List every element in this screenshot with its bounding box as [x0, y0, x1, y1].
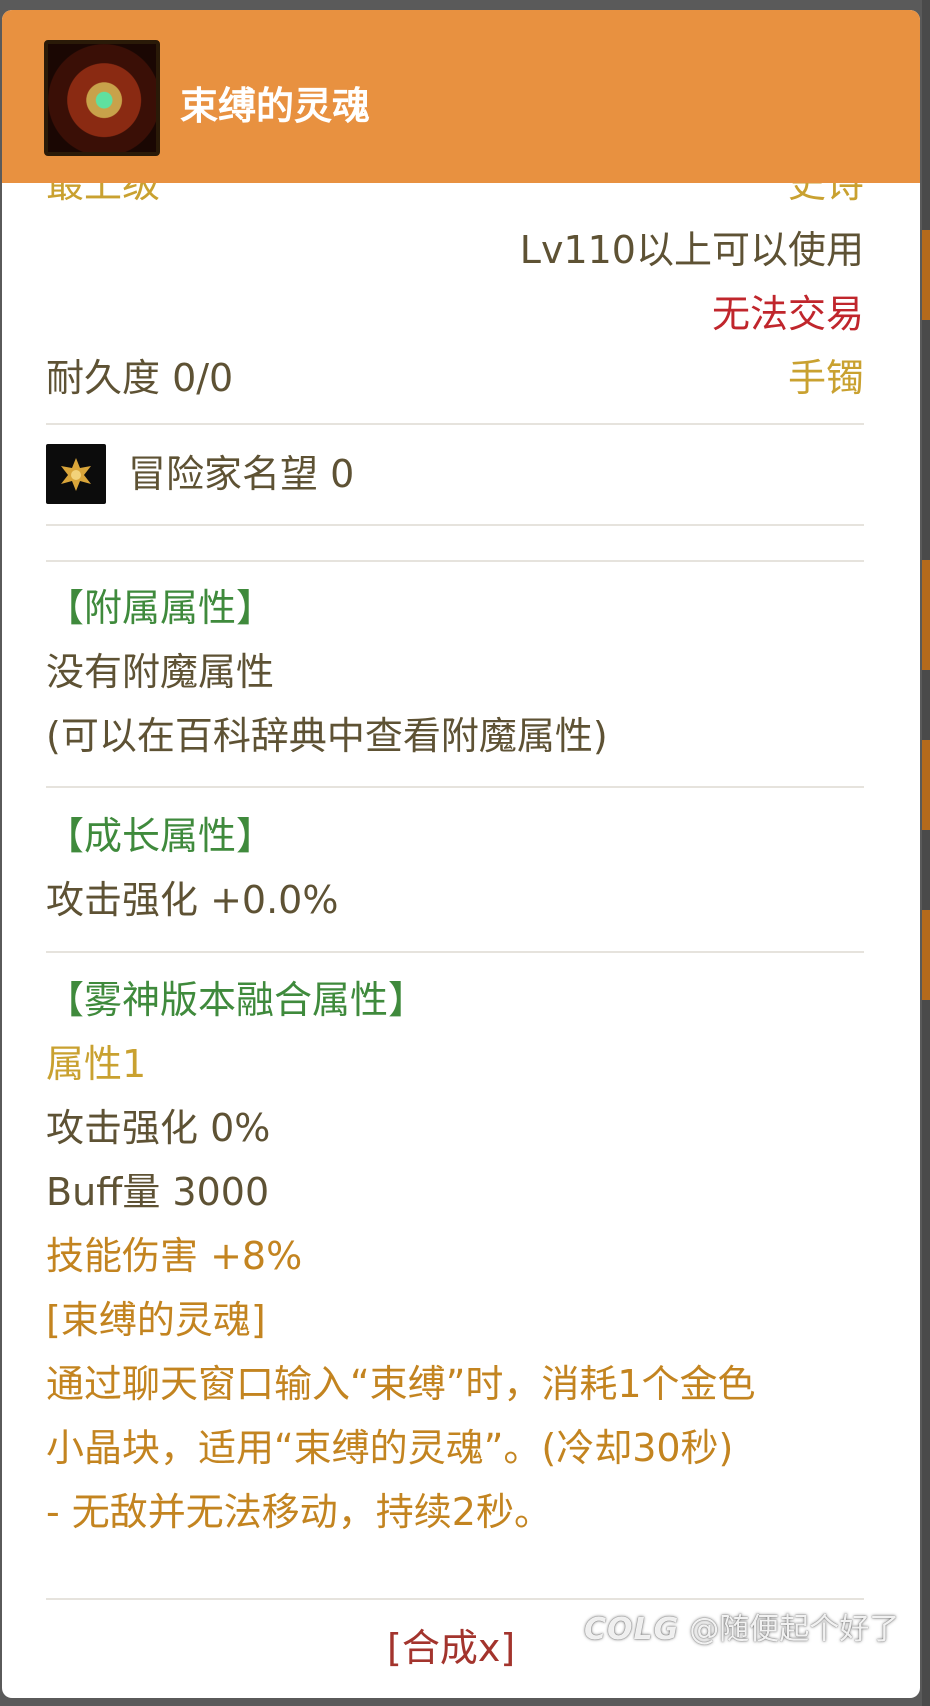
- divider: [46, 786, 864, 788]
- growth-section-header: 【成长属性】: [46, 814, 275, 858]
- growth-attack: 攻击强化 +0.0%: [46, 878, 339, 922]
- watermark-text: @随便起个好了: [689, 1612, 900, 1647]
- fusion-effect-desc-3: - 无敌并无法移动，持续2秒。: [46, 1490, 552, 1534]
- background-accent: [922, 910, 930, 1000]
- fusion-effect-name: [束缚的灵魂]: [46, 1298, 266, 1342]
- fusion-attack: 攻击强化 0%: [46, 1106, 271, 1150]
- fusion-effect-desc-1: 通过聊天窗口输入“束缚”时，消耗1个金色: [46, 1362, 756, 1406]
- synthesize-button[interactable]: [合成x]: [387, 1624, 515, 1672]
- equipment-slot: 手镯: [787, 356, 864, 400]
- divider: [46, 524, 864, 526]
- adventurer-fame-icon: [46, 444, 106, 504]
- screen: 束缚的灵魂 最上级 史诗 Lv110以上可以使用 无法交易 耐久度 0/0 手镯…: [0, 0, 930, 1706]
- enchant-section-header: 【附属属性】: [46, 586, 275, 630]
- background-accent: [922, 740, 930, 830]
- item-tooltip-panel: 束缚的灵魂 最上级 史诗 Lv110以上可以使用 无法交易 耐久度 0/0 手镯…: [2, 10, 920, 1698]
- fusion-section-header: 【雾神版本融合属性】: [46, 978, 427, 1022]
- tooltip-header: 束缚的灵魂: [2, 10, 920, 183]
- fusion-buff: Buff量 3000: [46, 1170, 270, 1214]
- adventurer-fame: 冒险家名望 0: [128, 452, 355, 496]
- fusion-effect-desc-2: 小晶块，适用“束缚的灵魂”。(冷却30秒): [46, 1426, 734, 1470]
- watermark: COLG @随便起个好了: [584, 1610, 899, 1650]
- divider: [46, 1598, 864, 1600]
- enchant-status: 没有附魔属性: [46, 650, 275, 694]
- bound-soul-item-icon: [44, 40, 160, 156]
- background-accent: [922, 560, 930, 670]
- level-requirement: Lv110以上可以使用: [519, 228, 864, 272]
- item-name: 束缚的灵魂: [180, 84, 371, 128]
- fusion-skill-damage: 技能伤害 +8%: [46, 1234, 303, 1278]
- divider: [46, 560, 864, 562]
- divider: [46, 951, 864, 953]
- enchant-hint: (可以在百科辞典中查看附魔属性): [46, 714, 608, 758]
- colg-logo: COLG: [584, 1612, 680, 1647]
- trade-restriction: 无法交易: [711, 292, 864, 336]
- divider: [46, 423, 864, 425]
- durability: 耐久度 0/0: [46, 356, 234, 400]
- fusion-attr-title: 属性1: [46, 1042, 147, 1086]
- background-accent: [922, 230, 930, 320]
